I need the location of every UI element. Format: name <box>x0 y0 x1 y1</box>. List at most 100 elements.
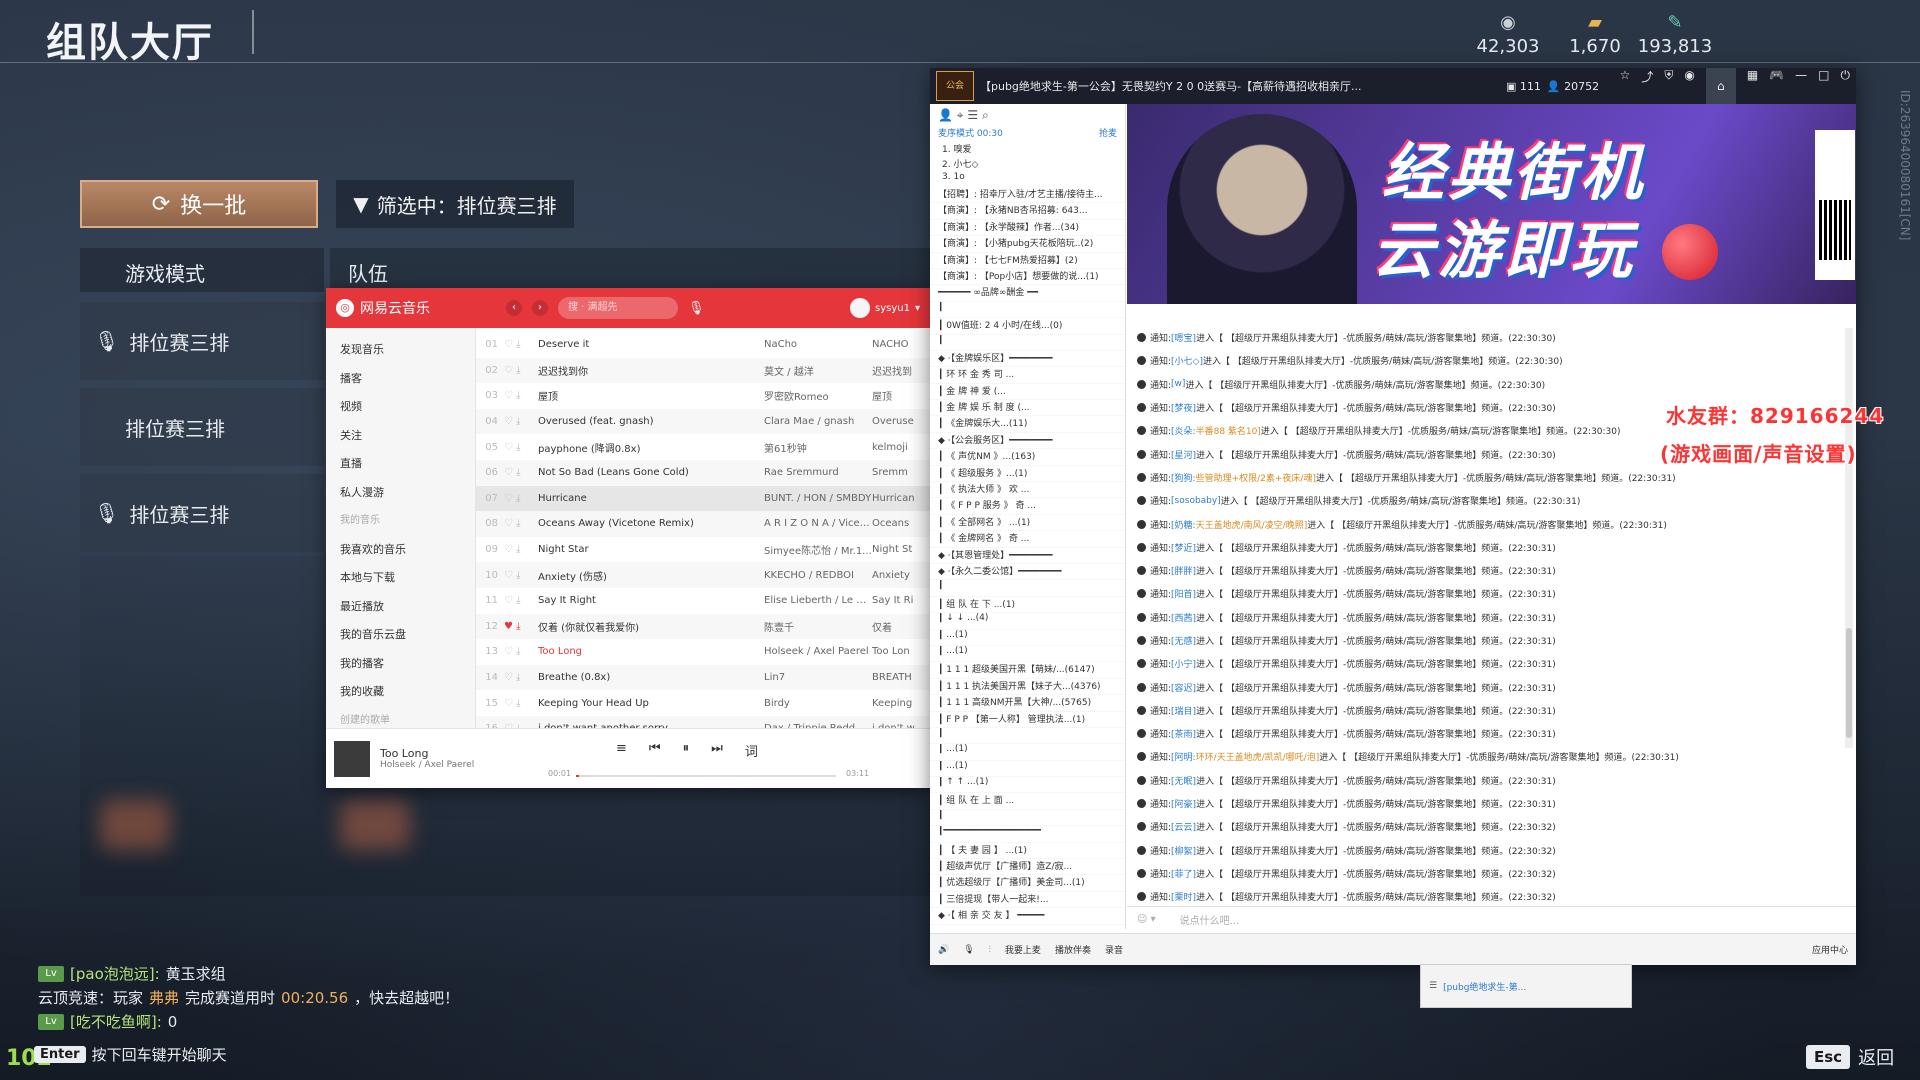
message-username[interactable]: [容迟] <box>1171 681 1196 694</box>
user-icon[interactable]: 👤 <box>938 108 953 122</box>
music-sidebar-item[interactable]: 私人漫游 <box>326 479 475 508</box>
chat-input[interactable]: 说点什么吧... <box>1180 912 1240 927</box>
channel-item[interactable]: ┃ 优选超级厅【广播师】美金司...(1) <box>930 875 1125 892</box>
music-sidebar-item[interactable]: 我的播客 <box>326 650 475 679</box>
message-username[interactable]: [炎朵: <box>1171 424 1196 437</box>
music-sidebar-item[interactable]: 视频 <box>326 393 475 422</box>
message-username[interactable]: [奶糖: <box>1171 518 1196 531</box>
song-row[interactable]: 03 ♡ ⤓ 屋顶 罗密欧Romeo 屋顶 <box>476 383 930 409</box>
message-username[interactable]: [菲了] <box>1171 867 1196 880</box>
channel-item[interactable]: ┃ 0W值班: 2 4 小时/在线...(0) <box>930 318 1125 335</box>
message-username[interactable]: [梦近] <box>1171 541 1196 554</box>
mode-item[interactable]: 🎙 排位赛三排 <box>80 302 324 380</box>
share-icon[interactable]: ⤴ <box>1641 68 1653 104</box>
channel-item[interactable]: 【商演】: 【永猪NB杏吊招募: 643... <box>930 203 1125 220</box>
message-username[interactable]: [sosobaby] <box>1171 496 1221 506</box>
message-username[interactable]: [小七◇] <box>1171 354 1203 367</box>
message-username[interactable]: [云云] <box>1171 820 1196 833</box>
mode-item[interactable]: 🎙 排位赛三排 <box>80 474 324 552</box>
channel-item[interactable]: ┃ F P P 【第一人称】 管理执法...(1) <box>930 712 1125 728</box>
minimize-icon[interactable]: — <box>1795 68 1807 104</box>
accompaniment-button[interactable]: 播放伴奏 <box>1055 943 1091 956</box>
channel-item[interactable]: ┃ 《 声优NM 》...(163) <box>930 449 1125 466</box>
location-icon[interactable]: ⌖ <box>957 108 964 122</box>
refresh-button[interactable]: ⟳ 换一批 <box>80 180 318 228</box>
message-username[interactable]: [无感] <box>1171 634 1196 647</box>
song-row[interactable]: 12 ♥ ⤓ 仅着 (你就仅着我爱你) 陈壹千 仅着 <box>476 613 930 640</box>
album-cover[interactable] <box>334 740 370 777</box>
channel-item[interactable]: ◆ ·【 相 亲 交 友 】 ━━━━━ <box>930 908 1125 925</box>
channel-item[interactable]: ┃ ...(1) <box>930 761 1125 778</box>
channel-item[interactable]: ┃ 组 队 在 上 面 ... <box>930 793 1125 810</box>
speaker-icon[interactable]: 🔊 <box>938 945 949 955</box>
channel-item[interactable]: ◆ ·【金牌娱乐区】━━━━━━━━ <box>930 351 1125 368</box>
grab-mic-button[interactable]: 抢麦 <box>1099 126 1117 142</box>
message-username[interactable]: [无眠] <box>1171 774 1196 787</box>
esc-back-hint[interactable]: Esc 返回 <box>1806 1044 1894 1070</box>
mic-queue-item[interactable]: 2. 小七◇ <box>930 157 1125 172</box>
channel-item[interactable]: ┃ 金 牌 娱 乐 制 度 (... <box>930 400 1125 417</box>
message-username[interactable]: [茶雨] <box>1171 727 1196 740</box>
music-sidebar-item[interactable]: 我的收藏 <box>326 678 475 707</box>
music-sidebar-item[interactable]: 最近播放 <box>326 593 475 622</box>
message-username[interactable]: [梦夜] <box>1171 401 1196 414</box>
previous-icon[interactable]: ⏮ <box>649 741 661 760</box>
message-username[interactable]: [栗时] <box>1171 890 1196 903</box>
message-username[interactable]: [西茜] <box>1171 611 1196 624</box>
enter-key[interactable]: Enter <box>34 1046 86 1063</box>
back-icon[interactable]: ‹ <box>506 300 522 316</box>
song-row[interactable]: 07 ♡ ⤓ Hurricane BUNT. / HON / SMBDY Hurrica… <box>476 485 930 512</box>
mode-item[interactable]: 排位赛三排 <box>80 388 324 466</box>
channel-item[interactable]: 【商演】: 【永学酸辣】作者...(34) <box>930 220 1125 237</box>
message-username[interactable]: [狗狗: <box>1171 471 1196 484</box>
like-download-icons[interactable]: ♡ ⤓ <box>504 365 538 376</box>
music-sidebar-item[interactable]: 发现音乐 <box>326 336 475 365</box>
channel-item[interactable]: ┃ 《 F P P 服务 》 奇 ... <box>930 498 1125 515</box>
channel-item[interactable]: 【商演】: 【七七FM热爱招募】(2) <box>930 253 1125 269</box>
like-download-icons[interactable]: ♡ ⤓ <box>504 442 538 453</box>
channel-item[interactable]: ┃ 环 环 金 秀 司 ... <box>930 367 1125 384</box>
mini-room-widget[interactable]: ☰ [pubg绝地求生-第... <box>1420 964 1632 1008</box>
like-download-icons[interactable]: ♡ ⤓ <box>504 467 538 478</box>
song-row[interactable]: 14 ♡ ⤓ Breathe (0.8x) Lin7 BREATH <box>476 664 930 691</box>
channel-item[interactable]: ┃ <box>930 302 1125 319</box>
message-username[interactable]: [小宁] <box>1171 657 1196 670</box>
like-download-icons[interactable]: ♡ ⤓ <box>504 518 538 529</box>
channel-item[interactable]: ◆ ·【永久二委公馆】━━━━━━━━ <box>930 564 1125 581</box>
chat-user[interactable]: [吃不吃鱼啊]: <box>70 1010 162 1034</box>
record-button[interactable]: 录音 <box>1105 943 1123 956</box>
mic-icon[interactable]: 🎙 <box>688 301 705 316</box>
channel-item[interactable]: ┃ 三倍提现【带人一起来!... <box>930 892 1125 909</box>
song-row[interactable]: 04 ♡ ⤓ Overused (feat. gnash) Clara Mae / g… <box>476 408 930 435</box>
channel-item[interactable]: 【商演】: 【Pop小店】想要做的说...(1) <box>930 269 1125 286</box>
menu-icon[interactable]: ☰ <box>1429 981 1437 991</box>
like-download-icons[interactable]: ♡ ⤓ <box>504 339 538 350</box>
song-row[interactable]: 06 ♡ ⤓ Not So Bad (Leans Gone Cold) Rae Sre… <box>476 459 930 486</box>
channel-item[interactable]: ┃ <box>930 335 1125 351</box>
channel-item[interactable]: ┃ 金 牌 神 爱 (... <box>930 384 1125 401</box>
channel-item[interactable]: 【招聘】: 招幸厅入驻/才艺主播/接待主... <box>930 187 1125 204</box>
message-username[interactable]: [阿明: <box>1171 750 1196 763</box>
shield-icon[interactable]: ⛨ <box>1664 68 1673 104</box>
music-sidebar-item[interactable]: 我的音乐 <box>326 507 475 536</box>
list-icon[interactable]: ☰ <box>967 108 978 122</box>
channel-item[interactable]: ┃ 《金牌娱乐大...(11) <box>930 416 1125 433</box>
mic-queue-item[interactable]: 1. 嗅爱 <box>930 142 1125 157</box>
like-download-icons[interactable]: ♡ ⤓ <box>504 544 538 555</box>
song-row[interactable]: 10 ♡ ⤓ Anxiety (伤感) KKECHO / REDBOI Anxiety <box>476 562 930 588</box>
song-row[interactable]: 15 ♡ ⤓ Keeping Your Head Up Birdy Keeping <box>476 690 930 716</box>
channel-item[interactable]: ┃ 《 超级服务 》...(1) <box>930 466 1125 483</box>
channel-item[interactable]: ┃ 1 1 1 高级NM开黑【大神/...(5765) <box>930 695 1125 712</box>
join-mic-button[interactable]: 我要上麦 <box>1005 943 1041 956</box>
record-icon[interactable]: ◉ <box>1684 68 1694 104</box>
channel-item[interactable]: ┃ 《 金牌网名 》 奇 ... <box>930 531 1125 548</box>
channel-item[interactable]: ━━━━━━ ∞品牌∞酬金 ━━ <box>930 285 1125 302</box>
arcade-banner[interactable]: 经典街机 云游即玩 <box>1127 104 1856 304</box>
like-download-icons[interactable]: ♥ ⤓ <box>504 621 538 632</box>
app-center-button[interactable]: 应用中心 <box>1812 943 1848 956</box>
progress-bar[interactable] <box>576 775 836 777</box>
channel-item[interactable]: ┃ ↓ ↓ ...(4) <box>930 613 1125 630</box>
music-sidebar-item[interactable]: 我的音乐云盘 <box>326 621 475 650</box>
music-search-input[interactable]: 搜 · 满超先 <box>558 297 678 319</box>
next-icon[interactable]: ⏭ <box>711 741 723 760</box>
